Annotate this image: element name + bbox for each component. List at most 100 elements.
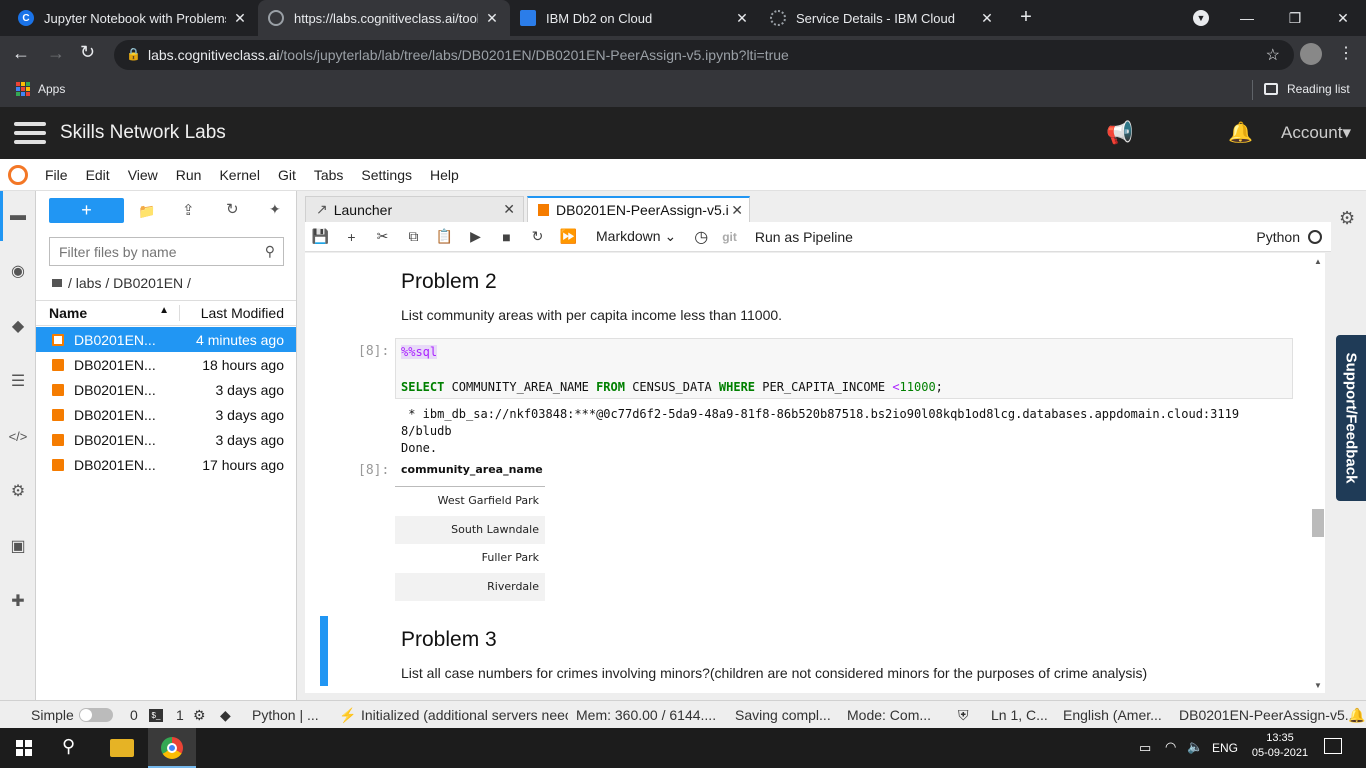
close-icon[interactable]: ✕ bbox=[734, 10, 750, 27]
tab-launcher[interactable]: ↗ Launcher ✕ bbox=[305, 196, 524, 222]
notebook-mode[interactable]: Mode: Com... bbox=[847, 707, 931, 723]
hamburger-menu-icon[interactable] bbox=[14, 122, 46, 144]
filter-files-field[interactable]: ⚲ bbox=[49, 237, 284, 266]
wifi-icon[interactable]: ◠ bbox=[1165, 739, 1176, 755]
menu-help[interactable]: Help bbox=[421, 167, 468, 183]
new-folder-icon[interactable]: 📁 bbox=[138, 203, 155, 220]
file-row[interactable]: DB0201EN... 3 days ago bbox=[36, 377, 296, 402]
scroll-up-icon[interactable]: ▲ bbox=[1314, 257, 1322, 266]
menu-settings[interactable]: Settings bbox=[352, 167, 421, 183]
lsp-status[interactable]: Initialized (additional servers neec bbox=[361, 707, 568, 723]
tab-search-icon[interactable]: ▼ bbox=[1193, 10, 1209, 26]
stop-icon[interactable]: ■ bbox=[491, 229, 522, 245]
browser-tab-labs[interactable]: https://labs.cognitiveclass.ai/tools/ ✕ bbox=[258, 0, 510, 36]
browser-tab-ibmcloud[interactable]: Service Details - IBM Cloud ✕ bbox=[760, 0, 1005, 36]
menu-kernel[interactable]: Kernel bbox=[210, 167, 268, 183]
close-icon[interactable]: ✕ bbox=[503, 201, 515, 218]
code-icon[interactable]: </> bbox=[8, 426, 28, 446]
file-row[interactable]: DB0201EN... 4 minutes ago bbox=[36, 327, 296, 352]
kernels-count[interactable]: 1 bbox=[176, 707, 184, 723]
avatar[interactable] bbox=[1300, 43, 1322, 65]
file-row[interactable]: DB0201EN... 17 hours ago bbox=[36, 452, 296, 477]
gears-icon[interactable]: ⚙ bbox=[1339, 208, 1355, 229]
minimize-icon[interactable]: — bbox=[1224, 0, 1270, 36]
reading-list-button[interactable]: Reading list bbox=[1264, 82, 1350, 96]
notifications-icon[interactable] bbox=[1324, 738, 1342, 754]
extension-icon[interactable]: ✚ bbox=[8, 591, 28, 611]
kernel-status-text[interactable]: Python | ... bbox=[252, 707, 319, 723]
code-cell[interactable]: %%sql SELECT COMMUNITY_AREA_NAME FROM CE… bbox=[395, 338, 1293, 399]
breadcrumb-path[interactable]: / labs / DB0201EN / bbox=[68, 275, 191, 291]
bell-icon[interactable]: 🔔 bbox=[1348, 707, 1365, 724]
search-icon[interactable]: ⚲ bbox=[62, 736, 75, 757]
elyra-icon[interactable]: ▣ bbox=[8, 536, 28, 556]
file-explorer-icon[interactable] bbox=[110, 739, 134, 757]
megaphone-icon[interactable]: 📢 bbox=[1106, 120, 1133, 146]
cut-icon[interactable]: ✂ bbox=[367, 228, 398, 245]
menu-file[interactable]: File bbox=[36, 167, 77, 183]
battery-icon[interactable]: ▭ bbox=[1139, 740, 1151, 756]
apps-bookmark[interactable]: Apps bbox=[16, 82, 65, 96]
cursor-position[interactable]: Ln 1, C... bbox=[991, 707, 1048, 723]
run-pipeline-button[interactable]: Run as Pipeline bbox=[755, 229, 853, 245]
running-icon[interactable]: ◉ bbox=[8, 261, 28, 281]
copy-icon[interactable]: ⧉ bbox=[398, 228, 429, 245]
modified-column-header[interactable]: Last Modified bbox=[180, 305, 296, 321]
run-icon[interactable]: ▶ bbox=[460, 228, 491, 245]
windows-start-icon[interactable] bbox=[16, 740, 32, 756]
menu-git[interactable]: Git bbox=[269, 167, 305, 183]
menu-tabs[interactable]: Tabs bbox=[305, 167, 353, 183]
browser-tab-db2[interactable]: IBM Db2 on Cloud ✕ bbox=[510, 0, 760, 36]
close-icon[interactable]: ✕ bbox=[484, 10, 500, 27]
git-clone-icon[interactable]: ✦ bbox=[269, 201, 281, 218]
back-icon[interactable]: ← bbox=[12, 43, 30, 64]
upload-icon[interactable]: ⇪ bbox=[182, 201, 195, 219]
fast-forward-icon[interactable]: ⏩ bbox=[553, 228, 584, 245]
new-launcher-button[interactable]: + bbox=[49, 198, 124, 223]
reload-icon[interactable]: ↻ bbox=[80, 42, 95, 63]
star-icon[interactable]: ☆ bbox=[1266, 45, 1280, 65]
close-icon[interactable]: ✕ bbox=[731, 202, 743, 219]
tab-notebook[interactable]: DB0201EN-PeerAssign-v5.i ✕ bbox=[527, 196, 750, 222]
clock[interactable]: 13:35 05-09-2021 bbox=[1250, 732, 1310, 759]
more-menu-icon[interactable]: ⋮ bbox=[1338, 43, 1354, 63]
new-tab-button[interactable]: + bbox=[1014, 6, 1038, 30]
property-inspector-icon[interactable]: ⚙ bbox=[8, 481, 28, 501]
add-cell-icon[interactable]: + bbox=[336, 229, 367, 245]
folder-icon[interactable]: ▬ bbox=[8, 206, 28, 226]
file-row[interactable]: DB0201EN... 18 hours ago bbox=[36, 352, 296, 377]
refresh-icon[interactable]: ↻ bbox=[226, 200, 239, 218]
browser-tab-jupyter[interactable]: C Jupyter Notebook with Problems ✕ bbox=[8, 0, 258, 36]
git-label[interactable]: git bbox=[722, 230, 737, 244]
account-menu[interactable]: Account▾ bbox=[1281, 123, 1351, 143]
support-feedback-button[interactable]: Support/Feedback bbox=[1336, 335, 1366, 501]
save-icon[interactable]: 💾 bbox=[305, 228, 336, 245]
simple-mode-toggle[interactable] bbox=[79, 708, 113, 722]
file-row[interactable]: DB0201EN... 3 days ago bbox=[36, 427, 296, 452]
chrome-taskbar-button[interactable] bbox=[148, 728, 196, 768]
clock-icon[interactable]: ◷ bbox=[694, 227, 708, 247]
notebook-scrollbar[interactable]: ▲ ▼ bbox=[1311, 253, 1325, 693]
cell-type-select[interactable]: Markdown ⌄ bbox=[596, 228, 676, 245]
close-icon[interactable]: ✕ bbox=[232, 10, 248, 27]
input-language[interactable]: ENG bbox=[1212, 741, 1238, 755]
kernel-name[interactable]: Python bbox=[1256, 229, 1300, 245]
forward-icon[interactable]: → bbox=[47, 43, 65, 64]
shield-icon[interactable]: ⛨ bbox=[958, 707, 969, 724]
volume-icon[interactable]: 🔈 bbox=[1187, 739, 1203, 755]
menu-edit[interactable]: Edit bbox=[77, 167, 119, 183]
git-status-icon[interactable]: ◆ bbox=[220, 707, 231, 724]
toc-icon[interactable]: ☰ bbox=[8, 371, 28, 391]
menu-view[interactable]: View bbox=[119, 167, 167, 183]
scroll-down-icon[interactable]: ▼ bbox=[1314, 681, 1322, 690]
file-row[interactable]: DB0201EN... 3 days ago bbox=[36, 402, 296, 427]
bell-icon[interactable]: 🔔 bbox=[1228, 120, 1253, 145]
filter-files-input[interactable] bbox=[50, 243, 265, 260]
restore-icon[interactable]: ❐ bbox=[1272, 0, 1318, 36]
menu-run[interactable]: Run bbox=[167, 167, 211, 183]
address-bar[interactable]: 🔒 labs.cognitiveclass.ai/tools/jupyterla… bbox=[114, 40, 1294, 70]
close-icon[interactable]: ✕ bbox=[979, 10, 995, 27]
terminals-count[interactable]: 0 bbox=[130, 707, 138, 723]
spellcheck-language[interactable]: English (Amer... bbox=[1063, 707, 1162, 723]
name-column-header[interactable]: Name ▲ bbox=[36, 305, 180, 321]
